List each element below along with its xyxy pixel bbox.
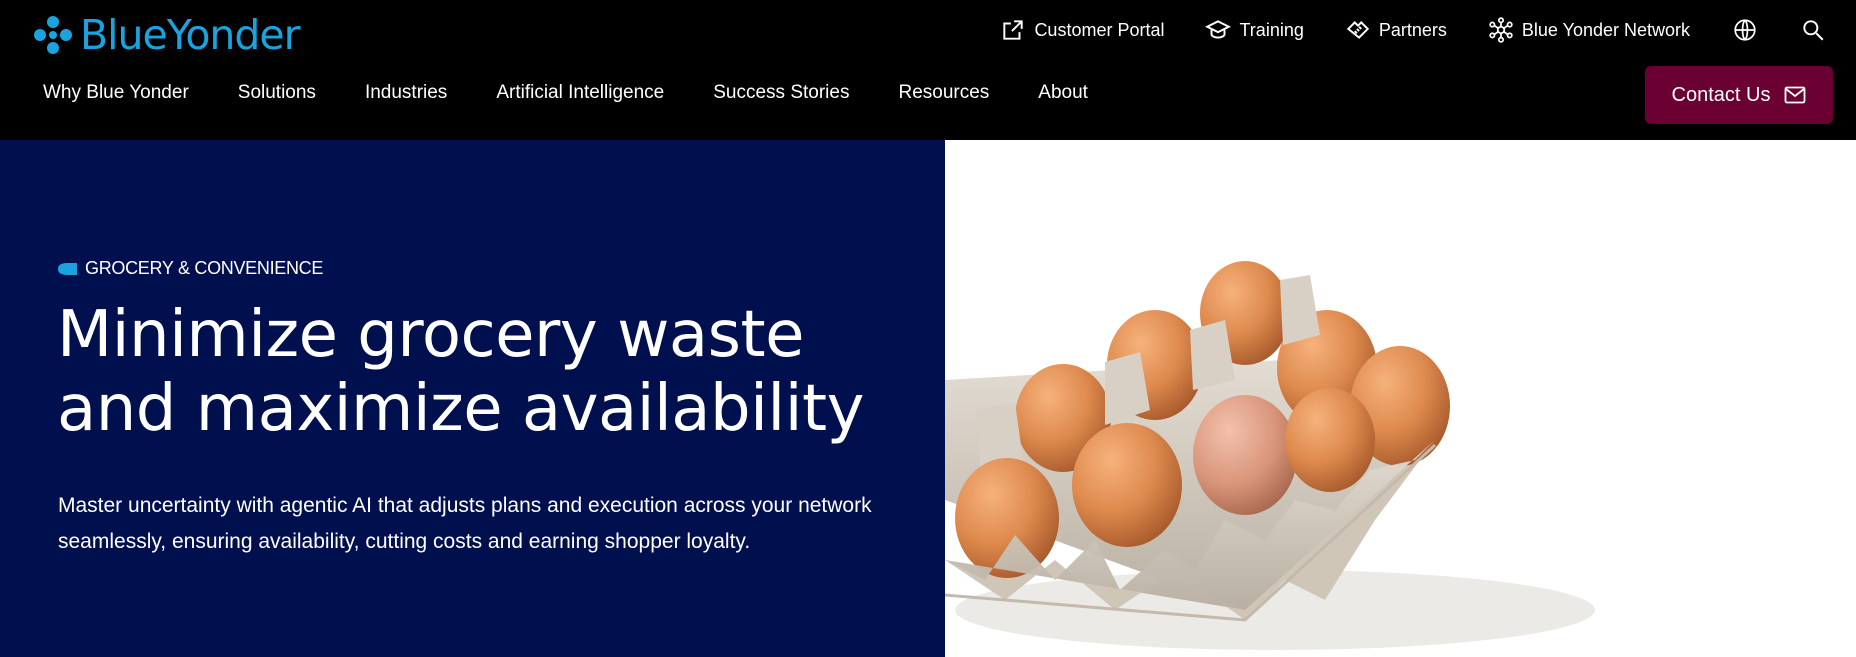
customer-portal-link[interactable]: Customer Portal [1000,17,1164,43]
nav-item-solutions[interactable]: Solutions [238,82,316,104]
partners-label: Partners [1378,19,1447,40]
contact-us-button[interactable]: Contact Us [1645,66,1833,124]
hero-content: GROCERY & CONVENIENCE Minimize grocery w… [0,140,945,657]
logo-mark-icon [34,16,72,54]
training-link[interactable]: Training [1205,17,1304,43]
nav-item-why-blue-yonder[interactable]: Why Blue Yonder [43,82,189,104]
hero-description-line2: seamlessly, ensuring availability, cutti… [58,530,751,553]
mail-icon [1785,86,1806,104]
nav-item-about[interactable]: About [1038,82,1088,104]
nav-item-industries[interactable]: Industries [365,82,447,104]
network-icon [1489,17,1513,43]
nav-item-artificial-intelligence[interactable]: Artificial Intelligence [496,82,664,104]
training-label: Training [1239,19,1304,40]
handshake-icon [1346,21,1369,39]
external-link-icon [1003,20,1024,40]
brand-name: BlueYonder [80,11,301,59]
nav-item-resources[interactable]: Resources [898,82,989,104]
globe-icon[interactable] [1732,17,1758,43]
nav-item-success-stories[interactable]: Success Stories [713,82,849,104]
hero-description: Master uncertainty with agentic AI that … [58,488,928,560]
hero-section: GROCERY & CONVENIENCE Minimize grocery w… [0,140,1856,657]
customer-portal-label: Customer Portal [1034,19,1165,40]
hero-eyebrow: GROCERY & CONVENIENCE [58,258,323,279]
hero-title: Minimize grocery waste and maximize avai… [57,298,917,446]
hero-title-line1: Minimize grocery waste [57,298,804,372]
hero-image [945,140,1856,657]
egg-carton-image [945,261,1595,650]
blue-yonder-network-label: Blue Yonder Network [1521,19,1690,40]
blue-yonder-network-link[interactable]: Blue Yonder Network [1488,17,1690,43]
main-nav: Why Blue Yonder Solutions Industries Art… [43,82,1137,104]
hero-title-line2: and maximize availability [57,372,864,446]
brand-logo[interactable]: BlueYonder [32,11,301,59]
contact-us-label: Contact Us [1671,83,1771,106]
search-icon[interactable] [1800,17,1826,43]
partners-link[interactable]: Partners [1345,17,1447,43]
eyebrow-marker-icon [58,262,77,275]
site-header: BlueYonder Customer Portal Training Part… [0,0,1856,140]
graduation-cap-icon [1205,20,1232,39]
hero-description-line1: Master uncertainty with agentic AI that … [58,494,872,517]
utility-nav: Customer Portal Training Partners Blue Y… [959,17,1826,43]
hero-eyebrow-label: GROCERY & CONVENIENCE [85,258,324,278]
